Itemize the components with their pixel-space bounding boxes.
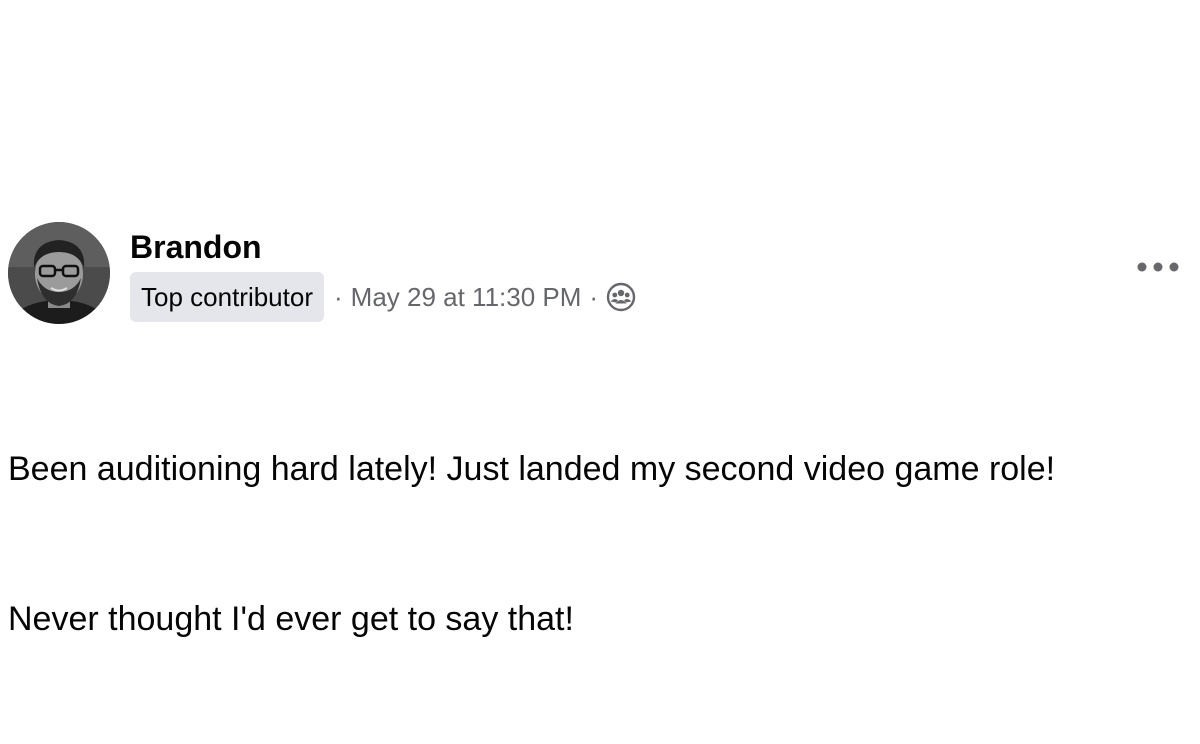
- post-timestamp[interactable]: May 29 at 11:30 PM: [351, 282, 582, 313]
- more-options-button[interactable]: [1134, 252, 1182, 282]
- post-body-line: Been auditioning hard lately! Just lande…: [8, 450, 1056, 488]
- more-options-icon: [1137, 262, 1179, 272]
- post-header: Brandon Top contributor · May 29 at 11:3…: [8, 222, 1192, 326]
- meta-separator: ·: [589, 281, 599, 312]
- author-name[interactable]: Brandon: [130, 228, 636, 266]
- post-body: Been auditioning hard lately! Just lande…: [8, 344, 1192, 744]
- author-block: Brandon Top contributor · May 29 at 11:3…: [130, 228, 636, 322]
- post-body-line: Never thought I'd ever get to say that!: [8, 600, 574, 638]
- meta-separator: ·: [333, 281, 343, 312]
- author-avatar[interactable]: [8, 222, 110, 324]
- group-members-icon[interactable]: [606, 282, 636, 312]
- post-card: Brandon Top contributor · May 29 at 11:3…: [8, 222, 1192, 744]
- top-contributor-badge[interactable]: Top contributor: [130, 272, 324, 322]
- post-meta: Top contributor · May 29 at 11:30 PM ·: [130, 272, 636, 322]
